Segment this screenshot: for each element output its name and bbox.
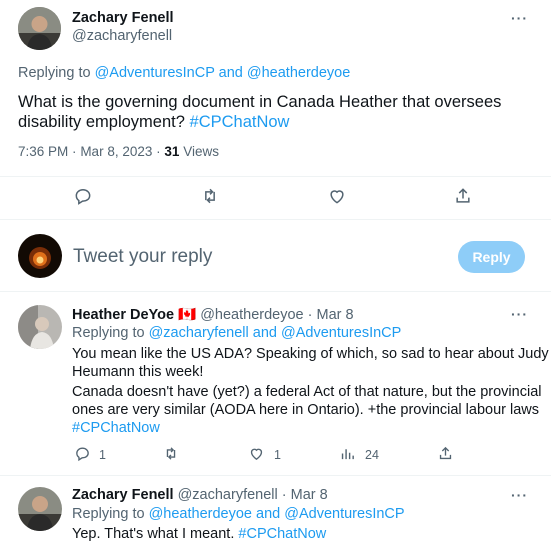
tweet-text-line: disability employment? #CPChatNow bbox=[18, 112, 538, 132]
hashtag-link[interactable]: #CPChatNow bbox=[190, 113, 290, 131]
replying-to: Replying to @AdventuresInCP and @heather… bbox=[18, 65, 350, 81]
meta-separator: · bbox=[156, 144, 161, 159]
mention-link[interactable]: @AdventuresInCP bbox=[284, 506, 404, 522]
reply-header: Heather DeYoe 🇨🇦 @heatherdeyoe · Mar 8 bbox=[72, 306, 354, 323]
more-options-icon[interactable]: ··· bbox=[511, 306, 528, 322]
share-icon[interactable] bbox=[437, 445, 454, 462]
tweet-date[interactable]: Mar 8, 2023 bbox=[80, 144, 152, 159]
author-handle[interactable]: @zacharyfenell bbox=[178, 487, 278, 503]
avatar-zachary[interactable] bbox=[18, 7, 61, 50]
hashtag-link[interactable]: #CPChatNow bbox=[72, 419, 542, 437]
reply-date[interactable]: · Mar 8 bbox=[282, 487, 328, 503]
reply-icon[interactable] bbox=[73, 186, 93, 206]
reply-text: You mean like the US ADA? Speaking of wh… bbox=[72, 345, 549, 437]
mention-link[interactable]: @heatherdeyoe bbox=[149, 506, 252, 522]
author-name[interactable]: Zachary Fenell bbox=[72, 10, 174, 26]
mention-link[interactable]: @zacharyfenell bbox=[149, 325, 249, 341]
replying-prefix: Replying to bbox=[72, 506, 145, 522]
reply-text-line: You mean like the US ADA? Speaking of wh… bbox=[72, 346, 549, 362]
reply-input[interactable]: Tweet your reply bbox=[73, 246, 443, 268]
reply-text-line: Yep. That's what I meant. bbox=[72, 526, 235, 542]
share-icon[interactable] bbox=[453, 186, 473, 206]
replying-and: and bbox=[252, 325, 277, 341]
divider bbox=[0, 219, 551, 220]
tweet-time[interactable]: 7:36 PM bbox=[18, 144, 68, 159]
views-count: 24 bbox=[365, 448, 379, 462]
reply-count: 1 bbox=[99, 448, 106, 462]
views-label: Views bbox=[183, 144, 219, 159]
replying-and: and bbox=[256, 506, 281, 522]
reply-text-line: Heumann this week! bbox=[72, 364, 204, 380]
reply-text-line: Canada doesn't have (yet?) a federal Act… bbox=[72, 384, 542, 400]
divider bbox=[0, 475, 551, 476]
tweet-meta: 7:36 PM · Mar 8, 2023 · 31 Views bbox=[18, 144, 219, 159]
author-handle[interactable]: @zacharyfenell bbox=[72, 28, 172, 44]
replying-to: Replying to @heatherdeyoe and @Adventure… bbox=[72, 506, 405, 522]
tweet-text-line: What is the governing document in Canada… bbox=[18, 93, 502, 111]
like-icon[interactable] bbox=[248, 445, 265, 462]
retweet-icon[interactable] bbox=[162, 445, 180, 462]
author-name[interactable]: Zachary Fenell bbox=[72, 487, 174, 503]
author-name[interactable]: Heather DeYoe bbox=[72, 307, 174, 323]
mention-link[interactable]: @AdventuresInCP bbox=[281, 325, 401, 341]
avatar-heather[interactable] bbox=[18, 305, 62, 349]
divider bbox=[0, 291, 551, 292]
reply-date[interactable]: · Mar 8 bbox=[308, 307, 354, 323]
replying-prefix: Replying to bbox=[18, 65, 91, 81]
tweet-text-line: disability employment? bbox=[18, 113, 185, 131]
hashtag-link[interactable]: #CPChatNow bbox=[238, 526, 326, 542]
divider bbox=[0, 176, 551, 177]
replying-to: Replying to @zacharyfenell and @Adventur… bbox=[72, 325, 401, 341]
author-handle[interactable]: @heatherdeyoe bbox=[200, 307, 303, 323]
replying-and: and bbox=[218, 65, 243, 81]
reply-header: Zachary Fenell @zacharyfenell · Mar 8 bbox=[72, 487, 328, 503]
reply-button[interactable]: Reply bbox=[458, 241, 525, 273]
mention-link[interactable]: @AdventuresInCP bbox=[95, 65, 215, 81]
more-options-icon[interactable]: ··· bbox=[511, 487, 528, 503]
retweet-icon[interactable] bbox=[199, 186, 221, 206]
more-options-icon[interactable]: ··· bbox=[511, 10, 528, 26]
avatar-zachary[interactable] bbox=[18, 487, 62, 531]
flag-emoji: 🇨🇦 bbox=[178, 307, 197, 323]
views-icon[interactable] bbox=[339, 445, 356, 462]
like-icon[interactable] bbox=[327, 186, 347, 206]
tweet-text: What is the governing document in Canada… bbox=[18, 92, 538, 132]
avatar-current-user[interactable] bbox=[18, 234, 62, 278]
meta-separator: · bbox=[72, 144, 77, 159]
reply-icon[interactable] bbox=[74, 445, 91, 462]
like-count: 1 bbox=[274, 448, 281, 462]
reply-text-line: ones are very similar (AODA here in Onta… bbox=[72, 402, 540, 418]
mention-link[interactable]: @heatherdeyoe bbox=[247, 65, 350, 81]
replying-prefix: Replying to bbox=[72, 325, 145, 341]
views-count: 31 bbox=[164, 144, 180, 159]
reply-text: Yep. That's what I meant. #CPChatNow bbox=[72, 526, 326, 542]
